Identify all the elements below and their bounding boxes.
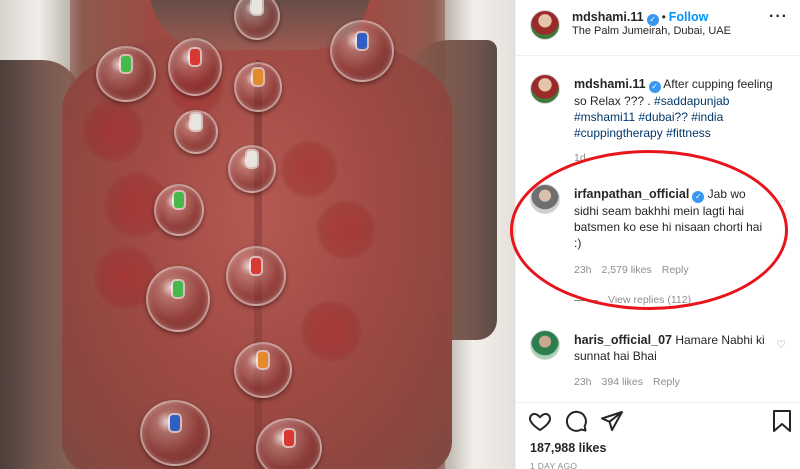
caption-time: 1d — [574, 152, 586, 164]
cupping-cup — [228, 145, 276, 193]
cupping-mark — [300, 300, 362, 362]
cupping-mark — [280, 140, 338, 198]
comment-time: 23h — [574, 376, 592, 388]
post-photo[interactable] — [0, 0, 515, 469]
like-count[interactable]: 187,988 likes — [530, 441, 606, 455]
cupping-cup — [154, 184, 204, 236]
verified-icon: ✓ — [692, 191, 705, 203]
post-header: mdshami.11 ✓ • Follow The Palm Jumeirah, Du… — [516, 0, 800, 56]
caption-username[interactable]: mdshami.11 — [574, 77, 646, 91]
caption: mdshami.11 ✓ After cupping feeling so Rel… — [530, 72, 788, 172]
cupping-mark — [316, 200, 376, 260]
cupping-cup — [146, 266, 210, 332]
cupping-cup — [174, 110, 218, 154]
cupping-cup — [234, 342, 292, 398]
commenter-avatar[interactable] — [530, 184, 560, 214]
commenter-avatar[interactable] — [530, 330, 560, 360]
cupping-cup — [256, 418, 322, 469]
author-avatar[interactable] — [530, 10, 560, 40]
cupping-cup — [234, 62, 282, 112]
comment-icon[interactable] — [564, 409, 588, 438]
comment-time: 23h — [574, 264, 592, 276]
cupping-cup — [140, 400, 210, 466]
comment-meta: 23h 2,579 likes Reply — [574, 264, 699, 276]
cupping-cup — [330, 20, 394, 82]
hashtag[interactable]: #india — [691, 110, 723, 124]
caption-avatar[interactable] — [530, 74, 560, 104]
hashtag[interactable]: #fittness — [666, 126, 711, 140]
heart-icon[interactable] — [528, 409, 552, 438]
post-time: 1 DAY AGO — [530, 461, 578, 469]
comment: haris_official_07 Hamare Nabhi ki sunnat… — [530, 330, 788, 392]
cupping-mark — [82, 100, 144, 162]
verified-icon: ✓ — [648, 81, 661, 93]
comment: irfanpathan_official ✓ Jab wo sidhi seam … — [530, 184, 788, 308]
more-icon[interactable]: ··· — [769, 8, 788, 26]
action-bar: 187,988 likes 1 DAY AGO — [516, 402, 800, 469]
comment-like-icon[interactable]: ♡ — [776, 338, 786, 351]
author-row: mdshami.11 ✓ • Follow — [572, 8, 708, 26]
author-username[interactable]: mdshami.11 — [572, 10, 644, 24]
reply-button[interactable]: Reply — [662, 264, 689, 276]
comment-meta: 23h 394 likes Reply — [574, 376, 690, 388]
view-replies-button[interactable]: View replies (112) — [574, 294, 691, 306]
comment-text-block: irfanpathan_official ✓ Jab wo sidhi seam … — [574, 186, 770, 251]
hashtag[interactable]: #mshami11 — [574, 110, 635, 124]
commenter-username[interactable]: irfanpathan_official — [574, 187, 689, 201]
cupping-cup — [226, 246, 286, 306]
follow-button[interactable]: Follow — [669, 10, 709, 24]
caption-text-block: mdshami.11 ✓ After cupping feeling so Rel… — [574, 76, 786, 141]
hashtag[interactable]: #saddapunjab — [654, 94, 729, 108]
hashtag[interactable]: #cuppingtherapy — [574, 126, 663, 140]
post-sidebar: mdshami.11 ✓ • Follow The Palm Jumeirah, Du… — [515, 0, 800, 469]
comment-likes[interactable]: 394 likes — [602, 376, 643, 388]
hashtag[interactable]: #dubai?? — [638, 110, 687, 124]
post-location[interactable]: The Palm Jumeirah, Dubai, UAE — [572, 25, 731, 37]
commenter-username[interactable]: haris_official_07 — [574, 333, 672, 347]
bookmark-icon[interactable] — [772, 409, 792, 438]
comment-text-block: haris_official_07 Hamare Nabhi ki sunnat… — [574, 332, 770, 364]
comment-like-icon[interactable]: ♡ — [776, 198, 786, 211]
cupping-cup — [168, 38, 222, 96]
reply-button[interactable]: Reply — [653, 376, 680, 388]
cupping-cup — [96, 46, 156, 102]
separator: • — [661, 10, 666, 24]
comment-likes[interactable]: 2,579 likes — [602, 264, 652, 276]
share-icon[interactable] — [600, 409, 624, 438]
